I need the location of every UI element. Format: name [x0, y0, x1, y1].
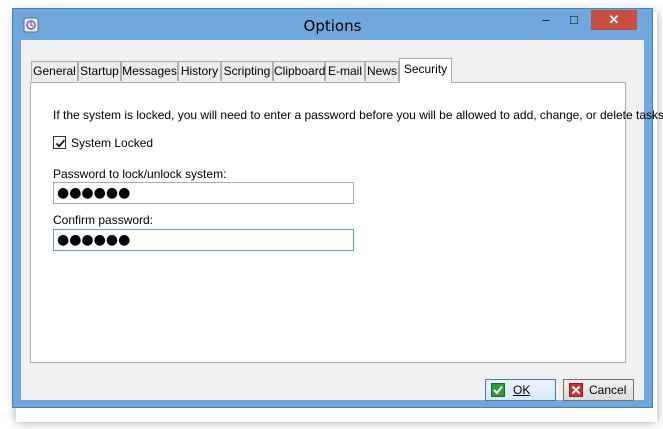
confirm-password-label: Confirm password: — [53, 213, 154, 227]
tab-security[interactable]: Security — [399, 58, 452, 83]
password-label: Password to lock/unlock system: — [53, 167, 227, 181]
ok-button[interactable]: OK — [485, 379, 556, 401]
maximize-button[interactable]: □ — [561, 10, 587, 30]
confirm-password-field[interactable] — [53, 229, 354, 251]
tab-general[interactable]: General — [31, 61, 78, 81]
tab-startup[interactable]: Startup — [78, 61, 121, 81]
dialog-client-area: General Startup Messages History Scripti… — [21, 40, 663, 401]
checkmark-icon — [491, 383, 505, 397]
security-description: If the system is locked, you will need t… — [53, 108, 663, 122]
tab-email[interactable]: E-mail — [325, 61, 365, 81]
tab-scripting[interactable]: Scripting — [221, 61, 273, 81]
checkbox-box[interactable] — [53, 136, 66, 149]
options-dialog: Options – □ ✕ General Startup Messages H… — [12, 8, 663, 408]
confirm-password-input[interactable] — [54, 230, 353, 250]
minimize-button[interactable]: – — [533, 10, 559, 30]
password-field[interactable] — [53, 182, 354, 204]
checkmark-icon — [55, 139, 66, 148]
cancel-label: Cancel — [589, 383, 627, 397]
password-input[interactable] — [54, 183, 353, 203]
title-bar[interactable]: Options – □ ✕ — [13, 9, 652, 40]
close-button[interactable]: ✕ — [591, 10, 637, 30]
system-locked-label[interactable]: System Locked — [71, 136, 153, 150]
tab-clipboard[interactable]: Clipboard — [273, 61, 325, 81]
cancel-button[interactable]: Cancel — [563, 379, 634, 401]
tab-history[interactable]: History — [178, 61, 221, 81]
ok-label: OK — [513, 383, 531, 397]
tab-news[interactable]: News — [365, 61, 399, 81]
tab-messages[interactable]: Messages — [121, 61, 178, 81]
security-panel: If the system is locked, you will need t… — [30, 82, 663, 363]
cross-icon — [569, 383, 583, 397]
